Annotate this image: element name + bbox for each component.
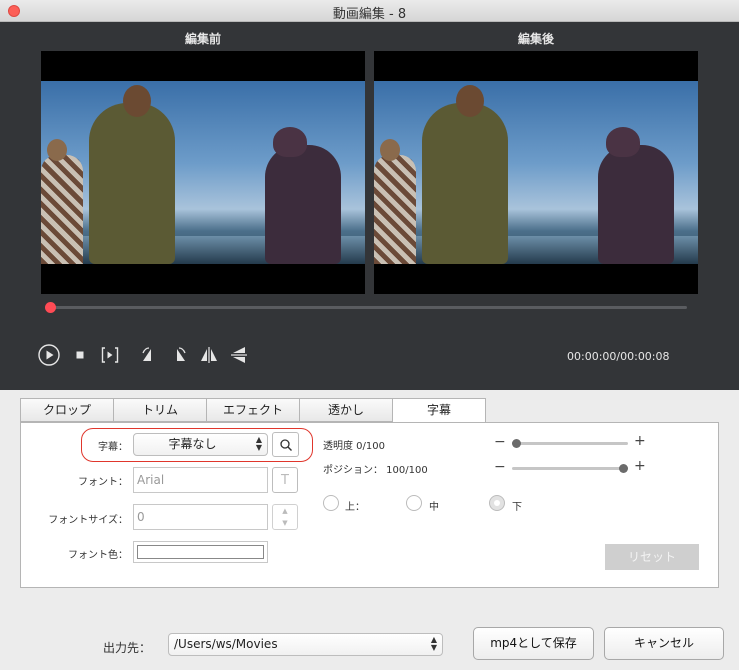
fontsize-field[interactable]: 0 — [133, 504, 268, 530]
radio-bottom[interactable] — [489, 495, 505, 511]
video-frame — [41, 81, 365, 264]
output-label: 出力先： — [103, 641, 152, 655]
fontcolor-label: フォント色： — [68, 550, 128, 561]
after-label: 編集後 — [517, 32, 554, 46]
radio-middle-label: 中 — [429, 502, 439, 513]
radio-bottom-label: 下 — [512, 502, 522, 513]
rotate-right-icon — [177, 347, 186, 361]
minus-icon[interactable]: − — [494, 434, 506, 450]
step-frame-icon — [101, 347, 119, 363]
opacity-slider-thumb[interactable] — [512, 439, 521, 448]
tab-trim[interactable]: トリム — [113, 398, 207, 422]
window-title: 動画編集 - 8 — [332, 7, 407, 22]
reset-button[interactable]: リセット — [605, 544, 699, 570]
chevron-updown-icon: ▲ ▼ — [430, 635, 437, 652]
opacity-slider[interactable] — [512, 442, 628, 445]
flip-vertical-icon — [231, 347, 247, 363]
radio-middle[interactable] — [406, 495, 422, 511]
fontsize-stepper[interactable]: ▲ ▼ — [272, 504, 298, 530]
cancel-button[interactable]: キャンセル — [604, 627, 724, 660]
rotate-left-button[interactable] — [138, 344, 160, 366]
before-label: 編集前 — [184, 32, 221, 46]
output-path-select[interactable]: /Users/ws/Movies ▲ ▼ — [168, 633, 443, 656]
video-frame — [374, 81, 698, 264]
play-button[interactable] — [38, 344, 60, 366]
radio-top-label: 上： — [345, 502, 365, 513]
title-bar: 動画編集 - 8 — [0, 0, 739, 22]
search-icon — [279, 438, 292, 451]
play-icon — [38, 344, 60, 366]
preview-area: 編集前 編集後 00:00:00/00:00:08 — [0, 22, 739, 390]
save-mp4-button[interactable]: mp4として保存 — [473, 627, 594, 660]
rotate-right-button[interactable] — [168, 344, 190, 366]
font-picker-button[interactable]: T — [272, 467, 298, 493]
output-path-value: /Users/ws/Movies — [174, 637, 278, 651]
tab-subtitle[interactable]: 字幕 — [392, 398, 486, 423]
subtitle-label: 字幕： — [98, 442, 128, 453]
chevron-updown-icon: ▲ ▼ — [255, 435, 262, 452]
before-preview — [41, 51, 365, 294]
radio-top[interactable] — [323, 495, 339, 511]
text-t-icon: T — [281, 472, 289, 488]
subtitle-search-button[interactable] — [272, 432, 299, 457]
tab-effect[interactable]: エフェクト — [206, 398, 300, 422]
subtitle-select[interactable]: 字幕なし ▲ ▼ — [133, 433, 268, 456]
font-label: フォント： — [78, 477, 128, 488]
after-preview — [374, 51, 698, 294]
step-forward-button[interactable] — [99, 344, 121, 366]
stop-button[interactable] — [69, 344, 91, 366]
rotate-left-icon — [142, 347, 151, 361]
flip-vertical-button[interactable] — [228, 344, 250, 366]
minus-icon[interactable]: − — [494, 459, 506, 475]
flip-horizontal-button[interactable] — [198, 344, 220, 366]
position-slider[interactable] — [512, 467, 628, 470]
plus-icon[interactable]: + — [634, 458, 646, 474]
tab-watermark[interactable]: 透かし — [299, 398, 393, 422]
stop-icon — [76, 351, 84, 359]
fontsize-label: フォントサイズ： — [48, 515, 128, 526]
color-swatch — [137, 545, 264, 559]
fontcolor-well[interactable] — [133, 541, 268, 563]
timeline-slider[interactable] — [46, 306, 687, 309]
position-label: ポジション： 100/100 — [323, 465, 428, 476]
timecode: 00:00:00/00:00:08 — [567, 350, 670, 363]
playhead-handle[interactable] — [45, 302, 56, 313]
position-slider-thumb[interactable] — [619, 464, 628, 473]
font-field[interactable]: Arial — [133, 467, 268, 493]
tab-crop[interactable]: クロップ — [20, 398, 114, 422]
opacity-label: 透明度 0/100 — [323, 441, 385, 452]
plus-icon[interactable]: + — [634, 433, 646, 449]
flip-horizontal-icon — [201, 347, 217, 363]
subtitle-select-value: 字幕なし — [168, 437, 217, 451]
